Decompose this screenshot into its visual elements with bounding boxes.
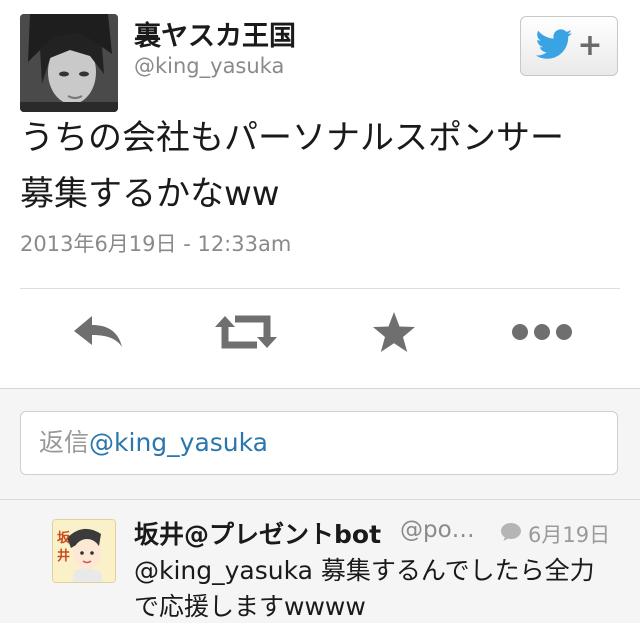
- more-dots-icon: [511, 322, 573, 346]
- twitter-bird-icon: [535, 29, 573, 63]
- follow-button[interactable]: +: [520, 16, 618, 76]
- display-name[interactable]: 裏ヤスカ王国: [134, 14, 296, 53]
- reply-input-prefix: 返信: [39, 428, 90, 457]
- more-button[interactable]: [512, 312, 572, 356]
- tweet-text-line-2: 募集するかなww: [20, 174, 280, 214]
- replies-section: 返信@king_yasuka 坂 井 坂井@プレゼントbot @po… 6月19…: [0, 388, 640, 623]
- screen-name[interactable]: @king_yasuka: [134, 54, 284, 78]
- reply-button[interactable]: [68, 312, 128, 356]
- divider: [20, 288, 620, 289]
- user-avatar[interactable]: [20, 14, 118, 112]
- action-bar: [0, 300, 640, 366]
- reply-input-handle: @king_yasuka: [89, 428, 268, 457]
- favorite-button[interactable]: [364, 312, 424, 356]
- svg-text:坂: 坂: [57, 530, 71, 546]
- star-icon: [372, 311, 416, 357]
- tweet-timestamp: 2013年6月19日 - 12:33am: [20, 232, 292, 256]
- reply-display-name[interactable]: 坂井@プレゼントbot: [134, 515, 381, 551]
- retweet-icon: [215, 313, 277, 355]
- reply-mention[interactable]: @king_yasuka: [134, 556, 313, 585]
- tweet-text-line-1: うちの会社もパーソナルスポンサー: [20, 118, 564, 158]
- follow-plus-symbol: +: [577, 28, 603, 63]
- svg-text:井: 井: [57, 548, 70, 564]
- reply-arrow-icon: [72, 314, 124, 354]
- retweet-button[interactable]: [215, 312, 277, 356]
- reply-date: 6月19日: [500, 519, 610, 549]
- divider: [0, 499, 640, 500]
- reply-input[interactable]: 返信@king_yasuka: [20, 411, 618, 475]
- reply-date-text: 6月19日: [528, 523, 611, 547]
- reply-screen-name[interactable]: @po…: [400, 517, 475, 543]
- conversation-bubble-icon: [500, 522, 522, 547]
- tweet-text: うちの会社もパーソナルスポンサー 募集するかなww: [20, 110, 620, 222]
- reply-user-avatar[interactable]: 坂 井: [52, 519, 116, 583]
- reply-text: @king_yasuka 募集するんでしたら全力で応援しますwwww: [134, 553, 614, 625]
